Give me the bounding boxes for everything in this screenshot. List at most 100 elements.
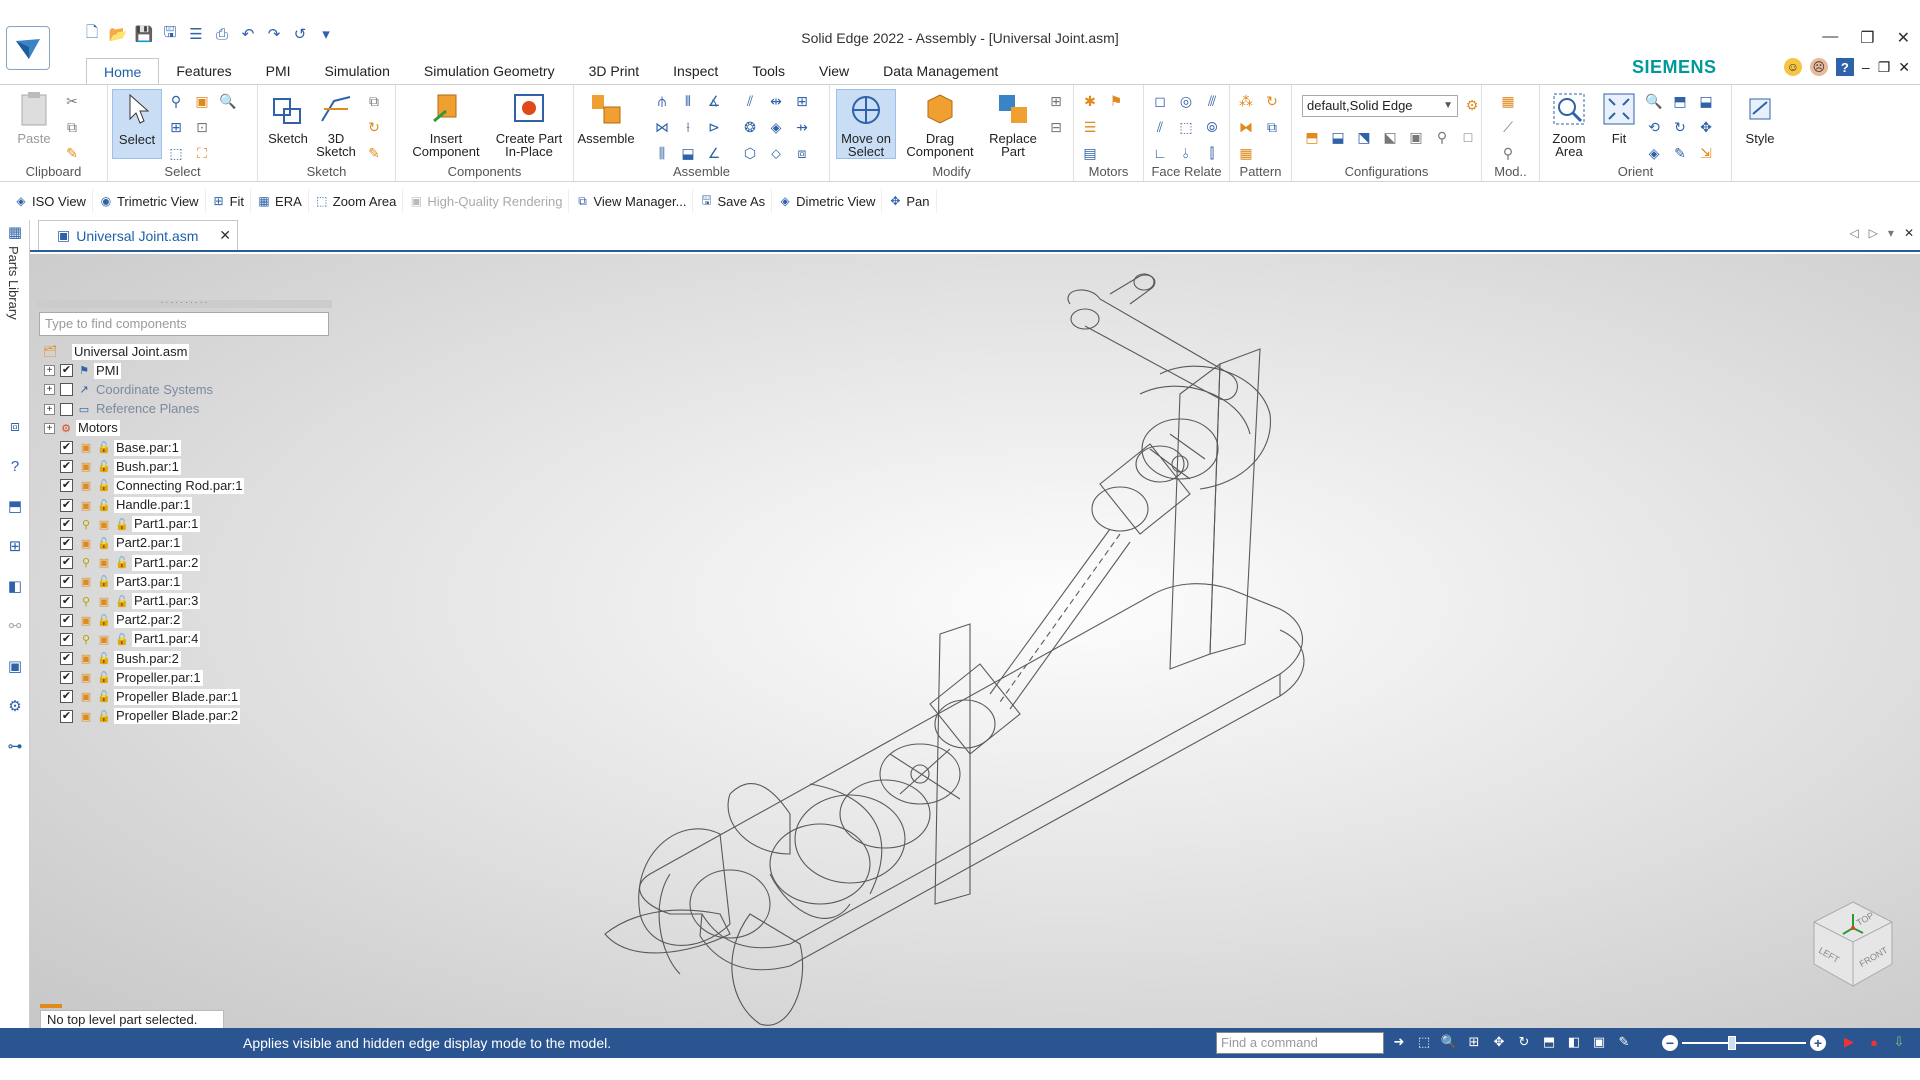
view-status-icon[interactable]: ⬒ bbox=[1540, 1033, 1558, 1051]
tree-item[interactable]: ✔ ⚲ ▣ 🔓 Part1.par:1 bbox=[36, 515, 332, 534]
rotate-icon[interactable]: ↻ bbox=[1670, 117, 1690, 137]
download-icon[interactable]: ⇩ bbox=[1890, 1033, 1908, 1051]
command-go-icon[interactable]: ➜ bbox=[1390, 1033, 1408, 1051]
visibility-checkbox[interactable]: ✔ bbox=[60, 690, 73, 704]
minimize-icon[interactable]: — bbox=[1822, 28, 1838, 48]
visibility-checkbox[interactable]: ✔ bbox=[60, 632, 73, 646]
planar-align-icon[interactable]: ⫴ bbox=[678, 91, 698, 111]
structure-icon[interactable]: ⊶ bbox=[5, 736, 25, 756]
replace-part-button[interactable]: Replace Part bbox=[982, 89, 1044, 158]
transfer-icon[interactable]: ⊞ bbox=[1046, 91, 1066, 111]
insert-component-button[interactable]: Insert Component bbox=[408, 89, 484, 158]
tree-item[interactable]: + ✔ ⚑ PMI bbox=[36, 361, 332, 380]
visibility-checkbox[interactable]: ✔ bbox=[60, 594, 73, 608]
cmd-trimetric-view[interactable]: ◉ Trimetric View bbox=[93, 189, 206, 213]
tangent-icon[interactable]: ⫼ bbox=[652, 143, 672, 163]
along-curve-icon[interactable]: ↻ bbox=[1262, 91, 1282, 111]
tab-left-icon[interactable]: ◁ bbox=[1849, 226, 1858, 240]
sketch-transfer-icon[interactable]: ↻ bbox=[364, 117, 384, 137]
concentric-icon[interactable]: ◎ bbox=[1176, 91, 1196, 111]
help-panel-icon[interactable]: ? bbox=[5, 456, 25, 476]
gear-relation-icon[interactable]: ⫽ bbox=[740, 91, 760, 111]
coplanar-icon[interactable]: ◻ bbox=[1150, 91, 1170, 111]
pan-status-icon[interactable]: ✥ bbox=[1490, 1033, 1508, 1051]
shade-status-icon[interactable]: ◧ bbox=[1565, 1033, 1583, 1051]
graphics-viewport[interactable]: · · · · · · · · · · Type to find compone… bbox=[30, 254, 1920, 1030]
config-camera-icon[interactable]: ▣ bbox=[1406, 127, 1426, 147]
family-icon[interactable]: ▣ bbox=[5, 656, 25, 676]
tree-item[interactable]: ✔ ▣ 🔓 Handle.par:1 bbox=[36, 496, 332, 515]
frown-feedback-icon[interactable]: ☹ bbox=[1809, 58, 1828, 76]
center-plane-icon[interactable]: ◈ bbox=[766, 117, 786, 137]
motor-manager-icon[interactable]: ▤ bbox=[1080, 143, 1100, 163]
tree-item[interactable]: ✔ ▣ 🔓 Bush.par:2 bbox=[36, 649, 332, 668]
video-icon[interactable]: ▶ bbox=[1840, 1033, 1858, 1051]
relationship-assistant-icon[interactable]: ⧈ bbox=[792, 143, 812, 163]
paste-button[interactable]: Paste bbox=[12, 89, 56, 145]
equal-radius-icon[interactable]: ⦾ bbox=[1202, 117, 1222, 137]
tab-pmi[interactable]: PMI bbox=[249, 58, 308, 84]
previous-view-icon[interactable]: ⟲ bbox=[1644, 117, 1664, 137]
visibility-checkbox[interactable]: ✔ bbox=[60, 441, 73, 455]
doc-restore-icon[interactable]: ❐ bbox=[1878, 59, 1891, 76]
config-b-icon[interactable]: ⬓ bbox=[1328, 127, 1348, 147]
sketch-status-icon[interactable]: ✎ bbox=[1615, 1033, 1633, 1051]
tree-item[interactable]: ✔ ▣ 🔓 Propeller Blade.par:2 bbox=[36, 707, 332, 726]
assemble-button[interactable]: Assemble bbox=[577, 89, 635, 145]
smile-feedback-icon[interactable]: ☺ bbox=[1783, 58, 1802, 76]
tree-item[interactable]: ✔ ▣ 🔓 Bush.par:1 bbox=[36, 457, 332, 476]
sketch-view-icon[interactable]: ✎ bbox=[1670, 143, 1690, 163]
expand-icon[interactable]: + bbox=[44, 422, 55, 434]
visibility-checkbox[interactable] bbox=[60, 383, 73, 397]
tree-item[interactable]: ✔ ⚲ ▣ 🔓 Part1.par:4 bbox=[36, 630, 332, 649]
visibility-checkbox[interactable]: ✔ bbox=[60, 671, 73, 685]
named-views-icon[interactable]: ⬓ bbox=[1696, 91, 1716, 111]
view-orient-icon[interactable]: ⬒ bbox=[1670, 91, 1690, 111]
cut-icon[interactable]: ✂ bbox=[62, 91, 82, 111]
rigid-set-icon[interactable]: ⊞ bbox=[792, 91, 812, 111]
mod-c-icon[interactable]: ⚲ bbox=[1498, 143, 1518, 163]
configuration-select[interactable]: default,Solid Edge ▼ bbox=[1302, 95, 1458, 117]
capture-fit-icon[interactable]: ⬡ bbox=[740, 143, 760, 163]
tab-view[interactable]: View bbox=[802, 58, 866, 84]
config-c-icon[interactable]: ⬔ bbox=[1354, 127, 1374, 147]
drag-component-button[interactable]: Drag Component bbox=[900, 89, 980, 158]
tab-list-icon[interactable]: ▾ bbox=[1888, 226, 1894, 240]
zoom-in-icon[interactable]: + bbox=[1810, 1035, 1826, 1051]
cmd-pan[interactable]: ✥ Pan bbox=[882, 189, 937, 213]
restore-icon[interactable]: ❐ bbox=[1860, 28, 1874, 48]
select-window-icon[interactable]: ⬚ bbox=[166, 143, 186, 163]
common-views-icon[interactable]: ⇲ bbox=[1696, 143, 1716, 163]
zoom-status-icon[interactable]: 🔍 bbox=[1440, 1033, 1458, 1051]
pathfinder-icon[interactable]: ⧈ bbox=[5, 416, 25, 436]
visibility-checkbox[interactable]: ✔ bbox=[60, 479, 73, 493]
expand-icon[interactable]: + bbox=[44, 384, 55, 396]
config-f-icon[interactable]: □ bbox=[1458, 127, 1478, 147]
settings-panel-icon[interactable]: ⚙ bbox=[5, 696, 25, 716]
sketch-copy-icon[interactable]: ⧉ bbox=[364, 91, 384, 111]
match-cs-icon[interactable]: ⇹ bbox=[766, 91, 786, 111]
fasten-icon[interactable]: ▦ bbox=[1236, 143, 1256, 163]
rotate-status-icon[interactable]: ↻ bbox=[1515, 1033, 1533, 1051]
component-search-input[interactable]: Type to find components bbox=[39, 312, 329, 336]
path-icon[interactable]: ⇸ bbox=[792, 117, 812, 137]
create-part-in-place-button[interactable]: Create Part In-Place bbox=[490, 89, 568, 158]
style-button[interactable]: Style bbox=[1738, 89, 1782, 145]
parts-library-icon[interactable]: ▦ bbox=[5, 222, 25, 242]
axial-align-icon[interactable]: ∡ bbox=[704, 91, 724, 111]
document-tab[interactable]: ▣ Universal Joint.asm ✕ bbox=[38, 220, 238, 250]
tree-item[interactable]: ✔ ⚲ ▣ 🔓 Part1.par:3 bbox=[36, 591, 332, 610]
record-icon[interactable]: ● bbox=[1865, 1033, 1883, 1051]
doc-minimize-icon[interactable]: – bbox=[1862, 59, 1870, 75]
tab-features[interactable]: Features bbox=[159, 58, 248, 84]
tab-inspect[interactable]: Inspect bbox=[656, 58, 735, 84]
expand-icon[interactable]: + bbox=[44, 403, 55, 415]
perpendicular-icon[interactable]: ∟ bbox=[1150, 143, 1170, 163]
parallel-face-icon[interactable]: ⫽ bbox=[1150, 117, 1170, 137]
pattern-icon[interactable]: ⁂ bbox=[1236, 91, 1256, 111]
connect-icon[interactable]: ⟊ bbox=[678, 117, 698, 137]
mod-b-icon[interactable]: ⟋ bbox=[1498, 117, 1518, 137]
tree-item[interactable]: ✔ ▣ 🔓 Part2.par:2 bbox=[36, 611, 332, 630]
mod-grid-icon[interactable]: ▦ bbox=[1498, 91, 1518, 111]
tree-item[interactable]: 🗂 Universal Joint.asm bbox=[36, 342, 332, 361]
